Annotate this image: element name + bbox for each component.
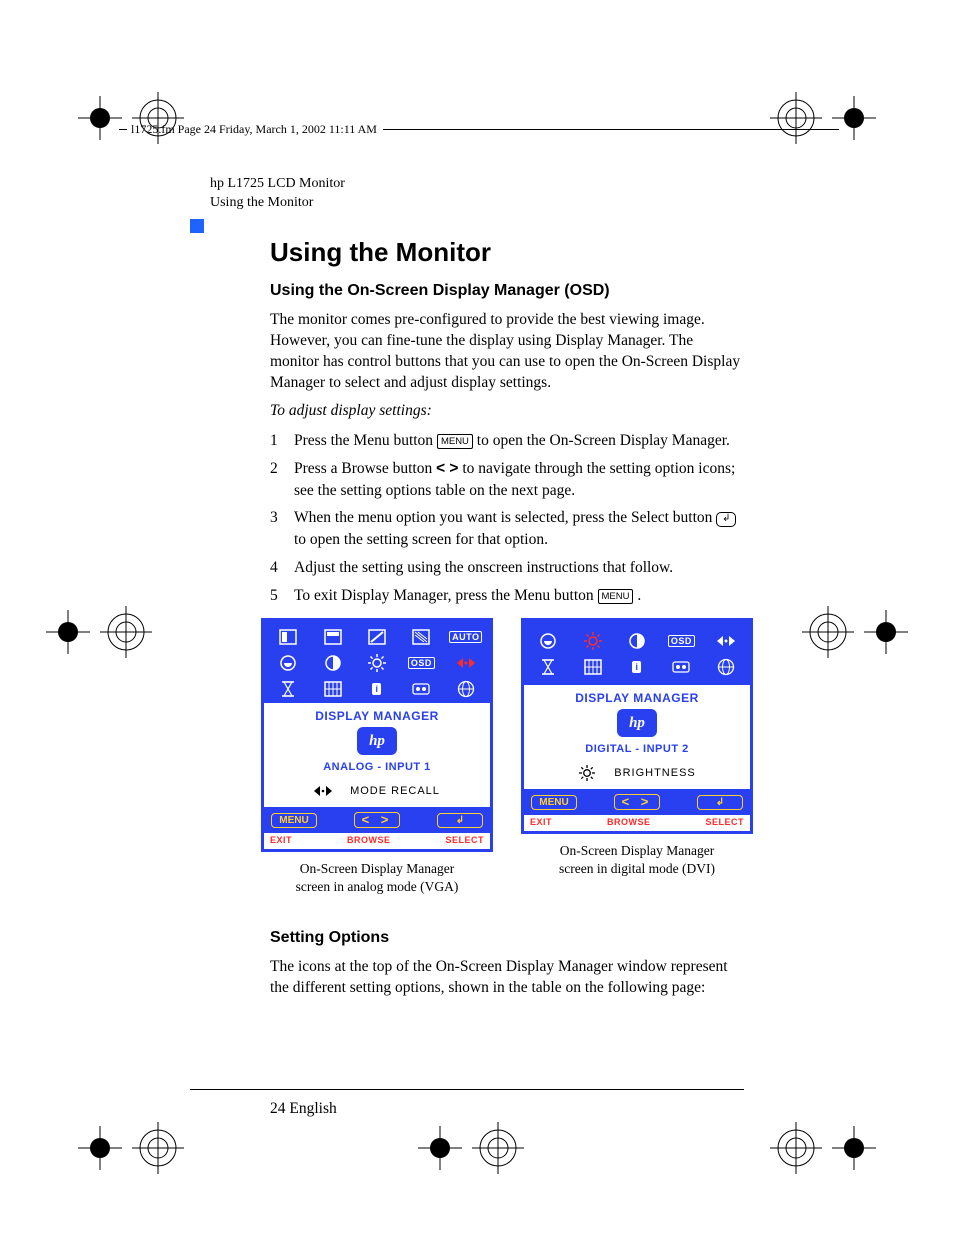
osd-selected-label: MODE RECALL [350, 785, 440, 797]
osd-language-icon [453, 679, 479, 699]
osd-recall-mini-icon [314, 783, 332, 799]
osd-brightcontrast-icon [275, 653, 301, 673]
osd-menu-button-icon: MENU [531, 795, 577, 810]
osd-selected-row: MODE RECALL [264, 779, 490, 807]
menu-button-icon: MENU [437, 434, 473, 449]
browse-arrows-icon: < > [436, 460, 458, 477]
osd-contrast-icon [624, 631, 650, 651]
page: l1725.fm Page 24 Friday, March 1, 2002 1… [0, 0, 954, 1235]
crop-mark-icon [832, 1126, 876, 1170]
osd-recall-icon [713, 631, 739, 651]
osd-title-label: DISPLAY MANAGER [264, 703, 490, 723]
osd-browse-button-icon: < > [614, 794, 660, 810]
step-5: 5 To exit Display Manager, press the Men… [270, 585, 744, 607]
osd-brightcontrast-icon [535, 631, 561, 651]
osd-menu-button-icon: MENU [271, 813, 317, 828]
crop-mark-icon [46, 610, 90, 654]
osd-osd-icon: OSD [408, 653, 434, 673]
osd-browse-label: BROWSE [347, 835, 391, 845]
osd-exit-label: EXIT [270, 835, 292, 845]
header-slug: l1725.fm Page 24 Friday, March 1, 2002 1… [115, 122, 839, 137]
osd-sharpness-icon [580, 657, 606, 677]
osd-caption-analog: On-Screen Display Manager screen in anal… [261, 860, 493, 896]
osd-contrast-icon [320, 653, 346, 673]
osd-exit-label: EXIT [530, 817, 552, 827]
osd-title-label: DISPLAY MANAGER [524, 685, 750, 705]
page-footer: 24 English [270, 1100, 337, 1118]
osd-phase-icon [408, 627, 434, 647]
osd-button-row: MENU < > ↲ [264, 807, 490, 833]
osd-brightness-icon [364, 653, 390, 673]
registration-mark-icon [96, 602, 156, 662]
running-head: hp L1725 LCD Monitor Using the Monitor [210, 175, 744, 213]
running-head-line1: hp L1725 LCD Monitor [210, 175, 744, 194]
registration-mark-icon [798, 602, 858, 662]
steps-list: 1 Press the Menu button MENU to open the… [270, 430, 744, 606]
registration-mark-icon [766, 1118, 826, 1178]
step-2: 2 Press a Browse button < > to navigate … [270, 458, 744, 501]
crop-mark-icon [78, 1126, 122, 1170]
osd-select-button-icon: ↲ [437, 813, 483, 828]
osd-panel-digital: OSD i DISPLAY MANAGER hp DIGITAL - INPUT… [521, 618, 753, 834]
section-marker-icon [190, 219, 204, 233]
footer-rule [190, 1089, 744, 1090]
osd-footer-labels: EXIT BROWSE SELECT [524, 815, 750, 831]
hp-logo-icon: hp [617, 709, 657, 737]
osd-clock-icon [364, 627, 390, 647]
to-adjust-label: To adjust display settings: [270, 401, 744, 422]
osd-recall-icon [453, 653, 479, 673]
hp-logo-icon: hp [357, 727, 397, 755]
osd-sharpness-icon [320, 679, 346, 699]
osd-auto-icon: AUTO [453, 627, 479, 647]
osd-hourglass-icon [535, 657, 561, 677]
crop-mark-icon [864, 610, 908, 654]
step-1: 1 Press the Menu button MENU to open the… [270, 430, 744, 452]
osd-input-digital-label: DIGITAL - INPUT 2 [524, 741, 750, 761]
osd-selected-label: BRIGHTNESS [614, 767, 696, 779]
osd-info-icon: i [364, 679, 390, 699]
registration-mark-icon [128, 1118, 188, 1178]
osd-select-label: SELECT [445, 835, 484, 845]
intro-paragraph: The monitor comes pre-configured to prov… [270, 310, 744, 394]
osd-language-icon [713, 657, 739, 677]
osd-select-button-icon: ↲ [697, 795, 743, 810]
section-title: Using the Monitor [270, 237, 744, 268]
osd-screenshots-row: AUTO OSD i [270, 618, 744, 896]
subsection-title-osd: Using the On-Screen Display Manager (OSD… [270, 282, 744, 300]
menu-button-icon: MENU [598, 589, 634, 604]
osd-hposition-icon [275, 627, 301, 647]
select-button-icon: ↲ [716, 512, 736, 527]
osd-footer-labels: EXIT BROWSE SELECT [264, 833, 490, 849]
osd-brightness-mini-icon [578, 765, 596, 781]
step-4: 4 Adjust the setting using the onscreen … [270, 557, 744, 579]
settings-paragraph: The icons at the top of the On-Screen Di… [270, 957, 744, 999]
osd-color-icon [668, 657, 694, 677]
header-slug-text: l1725.fm Page 24 Friday, March 1, 2002 1… [131, 122, 377, 137]
osd-browse-label: BROWSE [607, 817, 651, 827]
osd-input-analog-label: ANALOG - INPUT 1 [264, 759, 490, 779]
subsection-title-settings: Setting Options [270, 929, 744, 947]
osd-button-row: MENU < > ↲ [524, 789, 750, 815]
osd-panel-analog: AUTO OSD i [261, 618, 493, 852]
osd-caption-digital: On-Screen Display Manager screen in digi… [521, 842, 753, 878]
crop-mark-icon [418, 1126, 462, 1170]
osd-browse-button-icon: < > [354, 812, 400, 828]
osd-hourglass-icon [275, 679, 301, 699]
registration-mark-icon [128, 88, 188, 148]
osd-color-icon [408, 679, 434, 699]
running-head-line2: Using the Monitor [210, 194, 744, 213]
osd-selected-row: BRIGHTNESS [524, 761, 750, 789]
document-body: hp L1725 LCD Monitor Using the Monitor U… [190, 175, 744, 1006]
osd-osd-icon: OSD [668, 631, 694, 651]
registration-mark-icon [468, 1118, 528, 1178]
registration-mark-icon [766, 88, 826, 148]
osd-info-icon: i [624, 657, 650, 677]
step-3: 3 When the menu option you want is selec… [270, 507, 744, 550]
osd-select-label: SELECT [705, 817, 744, 827]
osd-brightness-icon [580, 631, 606, 651]
osd-vposition-icon [320, 627, 346, 647]
